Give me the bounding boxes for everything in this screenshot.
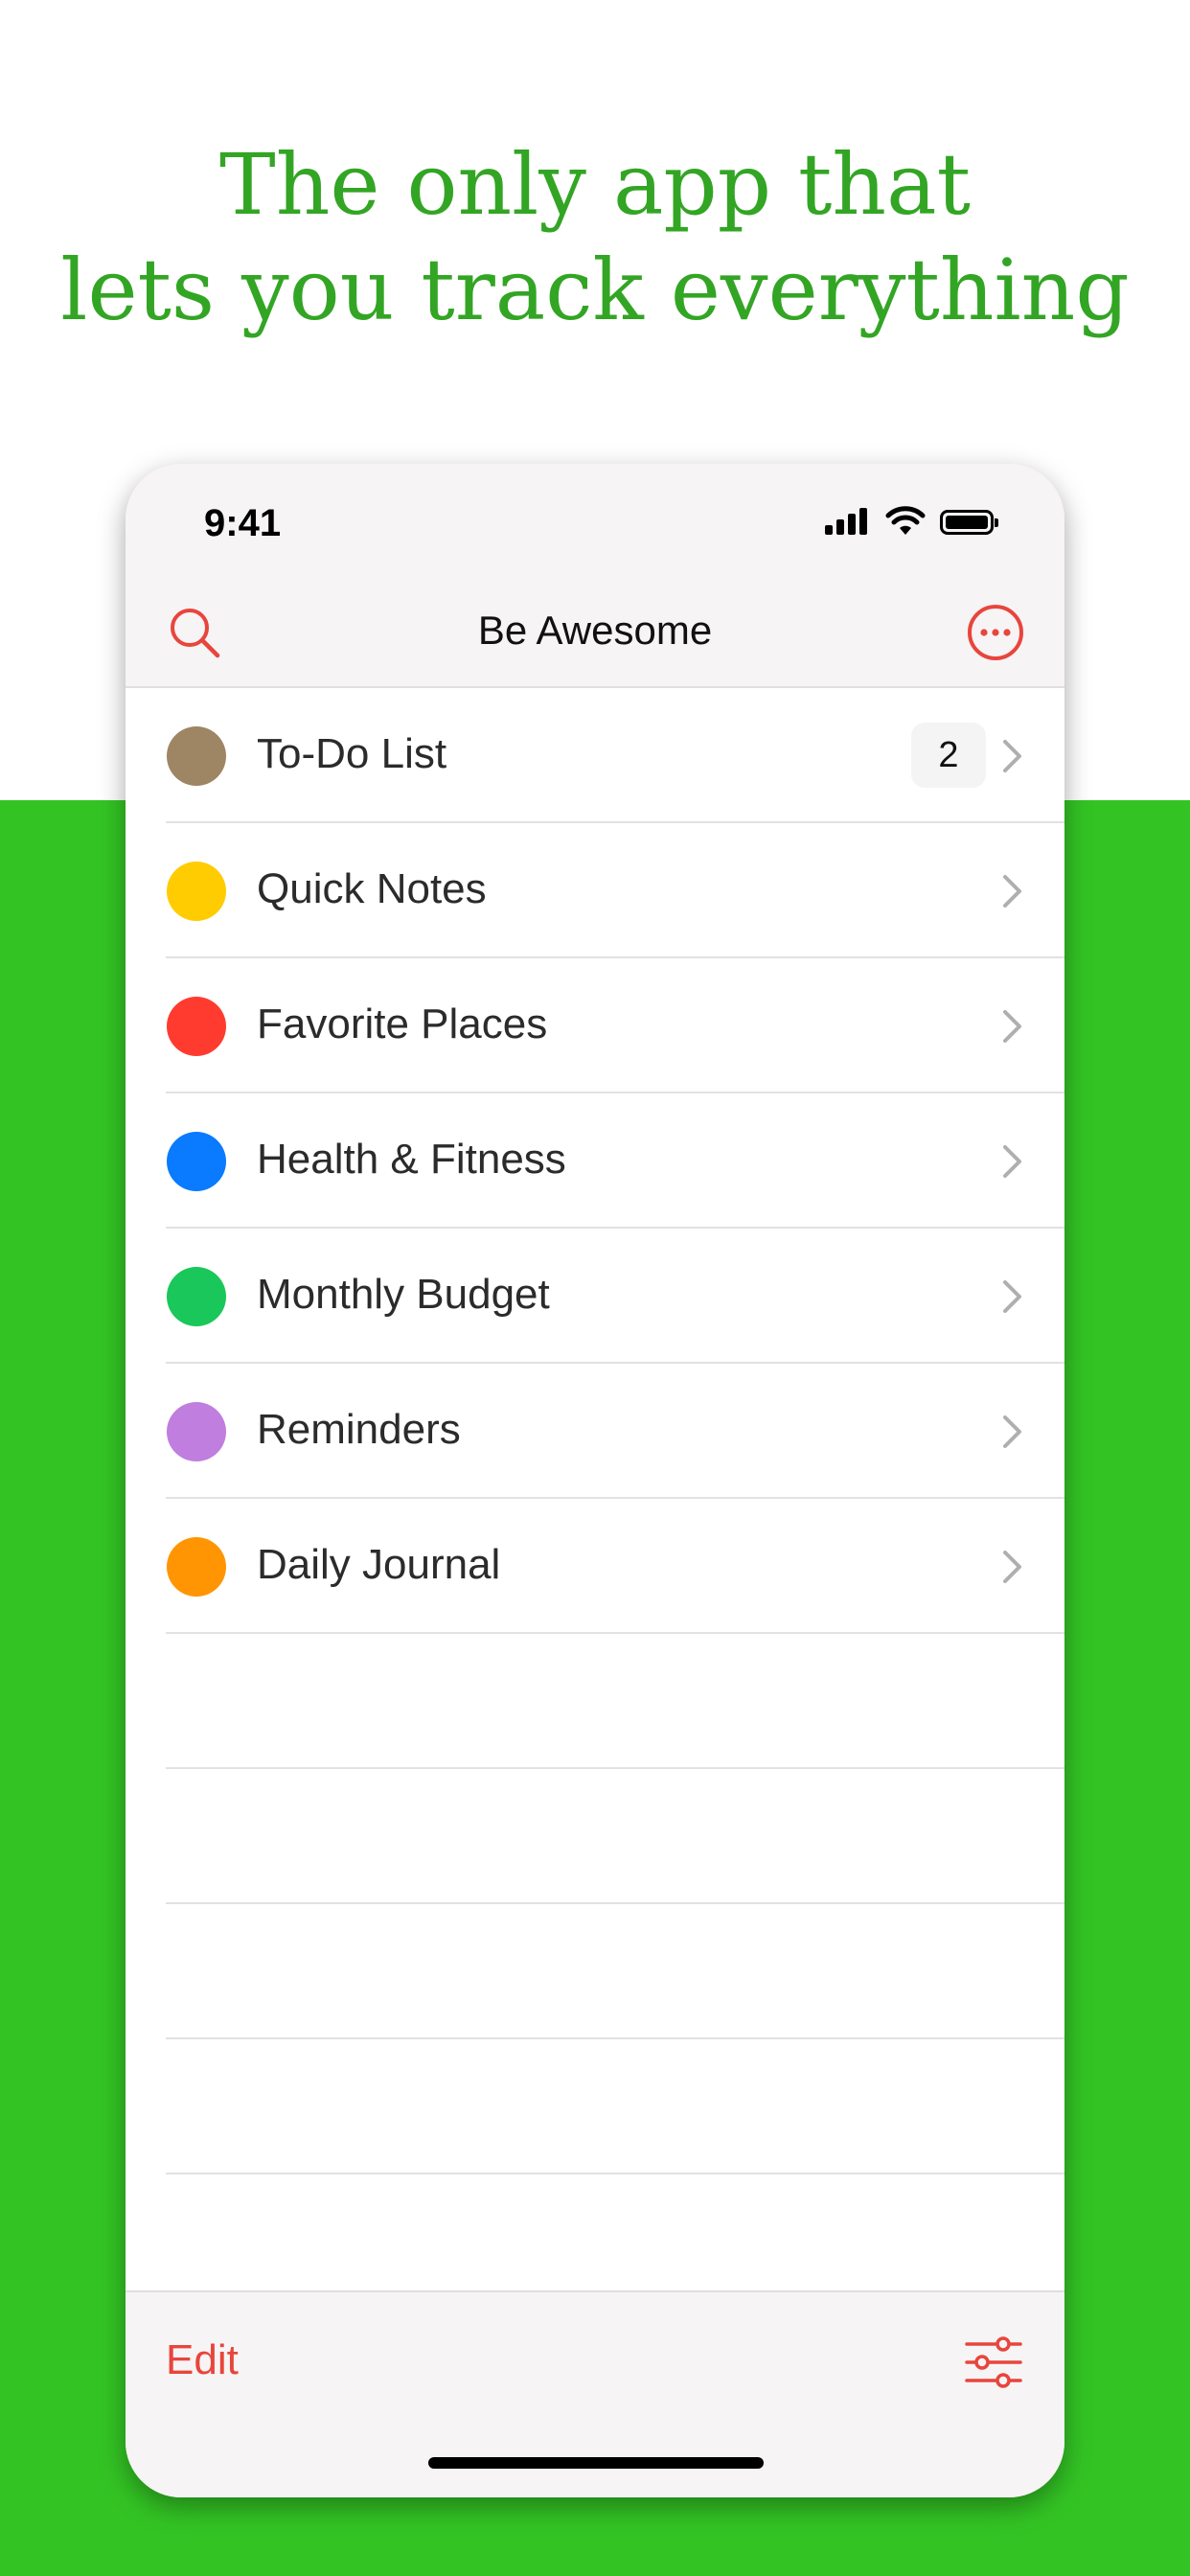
empty-row: [126, 1769, 1064, 1904]
battery-icon: [940, 510, 998, 535]
signal-icon: [825, 506, 869, 539]
color-dot: [167, 1402, 226, 1461]
home-indicator: [428, 2457, 764, 2469]
list-item-to-do-list[interactable]: To-Do List 2: [126, 688, 1064, 823]
list-item-label: Favorite Places: [257, 1000, 548, 1047]
status-time: 9:41: [204, 502, 282, 544]
phone-screen: 9:41 Be Awesome To-Do List 2 Quick Notes…: [126, 464, 1064, 2497]
status-icons: [825, 506, 1026, 539]
chevron-right-icon: [1003, 1551, 1021, 1583]
color-dot: [167, 726, 226, 786]
chevron-right-icon: [1003, 740, 1021, 772]
wifi-icon: [885, 506, 926, 535]
list-item-label: Quick Notes: [257, 865, 487, 912]
headline-line-2: lets you track everything: [60, 241, 1130, 339]
color-dot: [167, 997, 226, 1056]
list-item-reminders[interactable]: Reminders: [126, 1364, 1064, 1499]
list-container: To-Do List 2 Quick Notes Favorite Places…: [126, 688, 1064, 2174]
list-item-label: Health & Fitness: [257, 1136, 566, 1183]
status-bar: 9:41: [126, 464, 1064, 579]
list-item-quick-notes[interactable]: Quick Notes: [126, 823, 1064, 958]
list-item-daily-journal[interactable]: Daily Journal: [126, 1499, 1064, 1634]
more-options-icon[interactable]: [965, 602, 1026, 663]
navigation-bar: Be Awesome: [126, 579, 1064, 688]
page-title: Be Awesome: [477, 608, 713, 653]
empty-row: [126, 2039, 1064, 2174]
count-badge: 2: [911, 723, 986, 788]
list-item-label: To-Do List: [257, 730, 447, 777]
list-item-label: Daily Journal: [257, 1541, 501, 1588]
empty-row: [126, 1904, 1064, 2039]
color-dot: [167, 1132, 226, 1191]
list-item-monthly-budget[interactable]: Monthly Budget: [126, 1229, 1064, 1364]
edit-button[interactable]: Edit: [166, 2336, 239, 2384]
empty-row: [126, 1634, 1064, 1769]
color-dot: [167, 862, 226, 921]
list-item-label: Reminders: [257, 1406, 461, 1453]
sliders-icon[interactable]: [965, 2334, 1022, 2390]
headline-line-1: The only app that: [219, 135, 971, 234]
color-dot: [167, 1537, 226, 1597]
headline: The only app that lets you track everyth…: [0, 132, 1190, 343]
chevron-right-icon: [1003, 1280, 1021, 1313]
color-dot: [167, 1267, 226, 1326]
bottom-toolbar: Edit: [126, 2290, 1064, 2497]
chevron-right-icon: [1003, 1145, 1021, 1178]
list-item-label: Monthly Budget: [257, 1271, 550, 1318]
chevron-right-icon: [1003, 875, 1021, 908]
list-item-favorite-places[interactable]: Favorite Places: [126, 958, 1064, 1093]
chevron-right-icon: [1003, 1415, 1021, 1448]
chevron-right-icon: [1003, 1010, 1021, 1043]
list-item-health-fitness[interactable]: Health & Fitness: [126, 1093, 1064, 1229]
